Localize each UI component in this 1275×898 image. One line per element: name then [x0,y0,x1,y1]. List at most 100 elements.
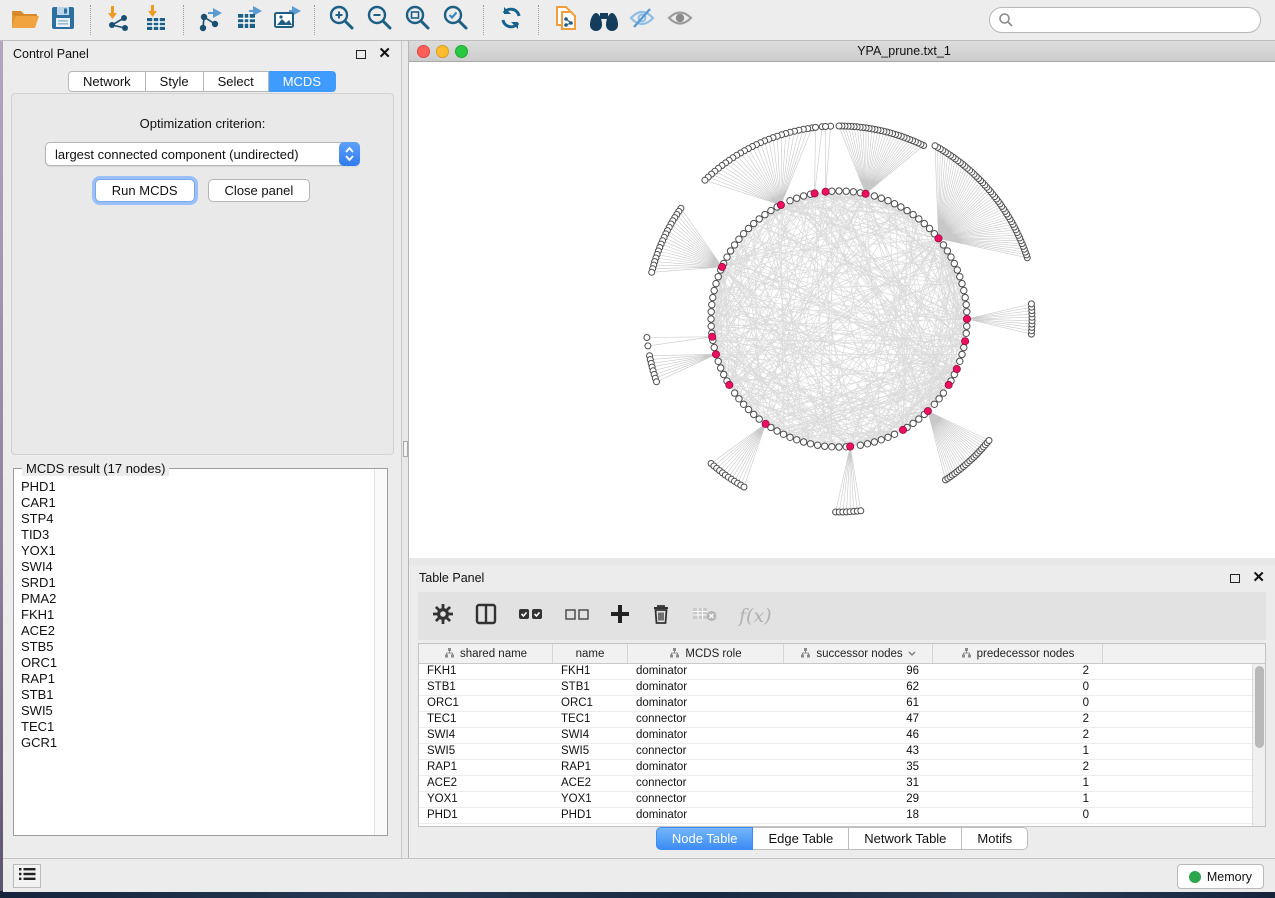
table-row[interactable]: RAP1RAP1dominator352 [419,760,1252,776]
cell-successor-nodes[interactable]: 18 [784,808,933,823]
tab-select[interactable]: Select [204,71,269,92]
result-item[interactable]: TID3 [21,527,373,543]
log-console-button[interactable] [13,864,41,888]
tab-network-table[interactable]: Network Table [849,827,962,850]
deselect-all-icon[interactable] [565,606,589,627]
result-item[interactable]: PHD1 [21,479,373,495]
result-item[interactable]: GCR1 [21,735,373,751]
result-item[interactable]: STB1 [21,687,373,703]
cell-shared-name[interactable]: PHD1 [419,808,553,823]
column-header-shared-name[interactable]: shared name [419,644,553,663]
search-input[interactable] [989,7,1261,33]
cell-predecessor-nodes[interactable]: 2 [933,712,1103,727]
cell-successor-nodes[interactable]: 43 [784,744,933,759]
zoom-in-button[interactable] [323,3,361,37]
cell-MCDS-role[interactable]: dominator [628,728,784,743]
cell-predecessor-nodes[interactable]: 1 [933,792,1103,807]
cell-predecessor-nodes[interactable]: 1 [933,744,1103,759]
table-row[interactable]: STB1STB1dominator620 [419,680,1252,696]
result-item[interactable]: YOX1 [21,543,373,559]
maximize-window-icon[interactable] [455,45,468,58]
cell-successor-nodes[interactable]: 47 [784,712,933,727]
column-header-MCDS-role[interactable]: MCDS role [628,644,784,663]
cell-successor-nodes[interactable]: 31 [784,776,933,791]
column-header-predecessor-nodes[interactable]: predecessor nodes [933,644,1103,663]
memory-button[interactable]: Memory [1177,864,1264,889]
cell-predecessor-nodes[interactable]: 1 [933,776,1103,791]
cell-name[interactable]: YOX1 [553,792,628,807]
cell-MCDS-role[interactable]: dominator [628,808,784,823]
cell-shared-name[interactable]: YOX1 [419,792,553,807]
float-window-icon[interactable] [356,50,366,59]
cell-predecessor-nodes[interactable]: 2 [933,728,1103,743]
table-row[interactable]: SWI4SWI4dominator462 [419,728,1252,744]
cell-successor-nodes[interactable]: 96 [784,664,933,679]
cell-MCDS-role[interactable]: dominator [628,680,784,695]
save-session-button[interactable] [44,3,82,37]
result-item[interactable]: RAP1 [21,671,373,687]
cell-successor-nodes[interactable]: 35 [784,760,933,775]
minimize-window-icon[interactable] [436,45,449,58]
cell-shared-name[interactable]: SWI5 [419,744,553,759]
clone-network-button[interactable] [547,3,585,37]
mcds-result-scrollbar[interactable] [374,469,387,835]
tab-motifs[interactable]: Motifs [962,827,1028,850]
cell-predecessor-nodes[interactable]: 2 [933,664,1103,679]
table-row[interactable]: SWI5SWI5connector431 [419,744,1252,760]
cell-name[interactable]: ORC1 [553,696,628,711]
cell-predecessor-nodes[interactable]: 0 [933,696,1103,711]
result-item[interactable]: CAR1 [21,495,373,511]
table-row[interactable]: ORC1ORC1dominator610 [419,696,1252,712]
tab-edge-table[interactable]: Edge Table [753,827,849,850]
cell-MCDS-role[interactable]: dominator [628,664,784,679]
settings-gear-icon[interactable] [432,603,454,630]
table-row[interactable]: ACE2ACE2connector311 [419,776,1252,792]
result-item[interactable]: STB5 [21,639,373,655]
table-scrollbar-thumb[interactable] [1255,666,1264,748]
import-table-button[interactable] [137,3,175,37]
cell-name[interactable]: SWI5 [553,744,628,759]
cell-MCDS-role[interactable]: dominator [628,696,784,711]
result-item[interactable]: SWI5 [21,703,373,719]
cell-predecessor-nodes[interactable]: 2 [933,760,1103,775]
column-header-successor-nodes[interactable]: successor nodes [784,644,933,663]
cell-shared-name[interactable]: ACE2 [419,776,553,791]
cell-shared-name[interactable]: SWI4 [419,728,553,743]
result-item[interactable]: SRD1 [21,575,373,591]
cell-shared-name[interactable]: RAP1 [419,760,553,775]
cell-successor-nodes[interactable]: 62 [784,680,933,695]
export-image-button[interactable] [268,3,306,37]
table-row[interactable]: FKH1FKH1dominator962 [419,664,1252,680]
cell-shared-name[interactable]: FKH1 [419,664,553,679]
cell-name[interactable]: ACE2 [553,776,628,791]
import-network-button[interactable] [99,3,137,37]
tab-network[interactable]: Network [68,71,146,92]
column-visibility-icon[interactable] [475,603,497,630]
result-item[interactable]: SWI4 [21,559,373,575]
cell-name[interactable]: SWI4 [553,728,628,743]
horizontal-splitter[interactable] [409,558,1275,565]
splitter-handle[interactable] [403,441,408,457]
show-all-button[interactable] [661,3,699,37]
close-panel-icon[interactable]: ✕ [1252,573,1265,583]
cell-name[interactable]: TEC1 [553,712,628,727]
cell-MCDS-role[interactable]: connector [628,776,784,791]
close-panel-button[interactable]: Close panel [208,179,311,202]
export-table-button[interactable] [230,3,268,37]
cell-name[interactable]: RAP1 [553,760,628,775]
cell-MCDS-role[interactable]: dominator [628,760,784,775]
add-column-icon[interactable] [610,604,630,629]
result-item[interactable]: PMA2 [21,591,373,607]
cell-shared-name[interactable]: ORC1 [419,696,553,711]
cell-successor-nodes[interactable]: 61 [784,696,933,711]
cell-MCDS-role[interactable]: connector [628,712,784,727]
first-neighbors-button[interactable] [585,3,623,37]
mcds-result-list[interactable]: PHD1CAR1STP4TID3YOX1SWI4SRD1PMA2FKH1ACE2… [15,475,373,834]
cell-predecessor-nodes[interactable]: 0 [933,680,1103,695]
export-network-button[interactable] [192,3,230,37]
cell-MCDS-role[interactable]: connector [628,792,784,807]
column-header-name[interactable]: name [553,644,628,663]
network-canvas[interactable] [409,62,1275,558]
table-row[interactable]: PHD1PHD1dominator180 [419,808,1252,824]
cell-MCDS-role[interactable]: connector [628,744,784,759]
